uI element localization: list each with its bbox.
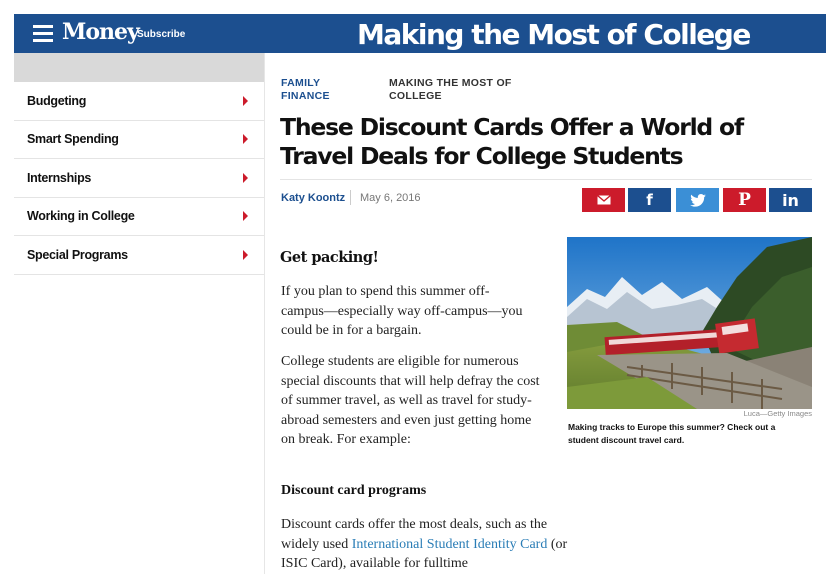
caret-right-icon: [243, 134, 248, 145]
article-subhead: Get packing!: [280, 249, 379, 266]
section-title: Making the Most of College: [357, 18, 751, 51]
headline-divider: [280, 179, 812, 180]
image-caption: Making tracks to Europe this summer? Che…: [568, 422, 776, 445]
author-link[interactable]: Katy Koontz: [281, 192, 345, 204]
twitter-icon: [689, 193, 706, 207]
sidebar-item-label: Special Programs: [27, 247, 128, 262]
caret-right-icon: [243, 249, 248, 260]
hamburger-menu-icon[interactable]: [33, 25, 53, 42]
sidebar-item-internships[interactable]: Internships: [14, 159, 264, 198]
caret-right-icon: [243, 95, 248, 106]
share-linkedin-button[interactable]: in: [769, 188, 812, 212]
money-logo[interactable]: Money: [62, 19, 140, 45]
share-email-button[interactable]: [582, 188, 625, 212]
sidebar-item-label: Internships: [27, 170, 92, 185]
column-divider: [264, 53, 265, 574]
sidebar-item-label: Budgeting: [27, 93, 87, 108]
sidebar-item-label: Working in College: [27, 209, 135, 224]
linkedin-icon: in: [782, 190, 799, 210]
sidebar-item-budgeting[interactable]: Budgeting: [14, 82, 264, 121]
isic-card-link[interactable]: International Student Identity Card: [352, 537, 548, 552]
sidebar-nav: Budgeting Smart Spending Internships Wor…: [14, 82, 264, 275]
publish-date: May 6, 2016: [360, 192, 421, 204]
sidebar-item-smart-spending[interactable]: Smart Spending: [14, 121, 264, 159]
caret-right-icon: [243, 172, 248, 183]
sidebar-header-strip: [14, 53, 264, 82]
article-subhead: Discount card programs: [281, 483, 427, 498]
envelope-icon: [596, 195, 611, 205]
article-paragraph: If you plan to spend this summer off-cam…: [281, 284, 523, 338]
article-paragraph: College students are eligible for numero…: [281, 354, 540, 447]
image-credit: Luca—Getty Images: [743, 409, 812, 418]
sidebar-item-working-in-college[interactable]: Working in College: [14, 198, 264, 236]
article-headline: These Discount Cards Offer a World of Tr…: [280, 113, 744, 170]
sidebar-item-label: Smart Spending: [27, 132, 119, 147]
article-photo[interactable]: [567, 237, 812, 409]
facebook-icon: f: [646, 191, 653, 209]
top-header-bar: Money Subscribe Making the Most of Colle…: [14, 14, 826, 53]
share-pinterest-button[interactable]: P: [723, 188, 766, 212]
kicker-series-label: MAKING THE MOST OF COLLEGE: [389, 77, 512, 102]
caret-right-icon: [243, 211, 248, 222]
share-twitter-button[interactable]: [676, 188, 719, 212]
pinterest-icon: P: [738, 190, 751, 210]
subscribe-link[interactable]: Subscribe: [137, 29, 185, 40]
sidebar-item-special-programs[interactable]: Special Programs: [14, 236, 264, 275]
article-paragraph: Discount cards offer the most deals, suc…: [281, 515, 576, 574]
byline-separator: [350, 190, 351, 205]
kicker-category-link[interactable]: FAMILY FINANCE: [281, 77, 351, 102]
share-facebook-button[interactable]: f: [628, 188, 671, 212]
